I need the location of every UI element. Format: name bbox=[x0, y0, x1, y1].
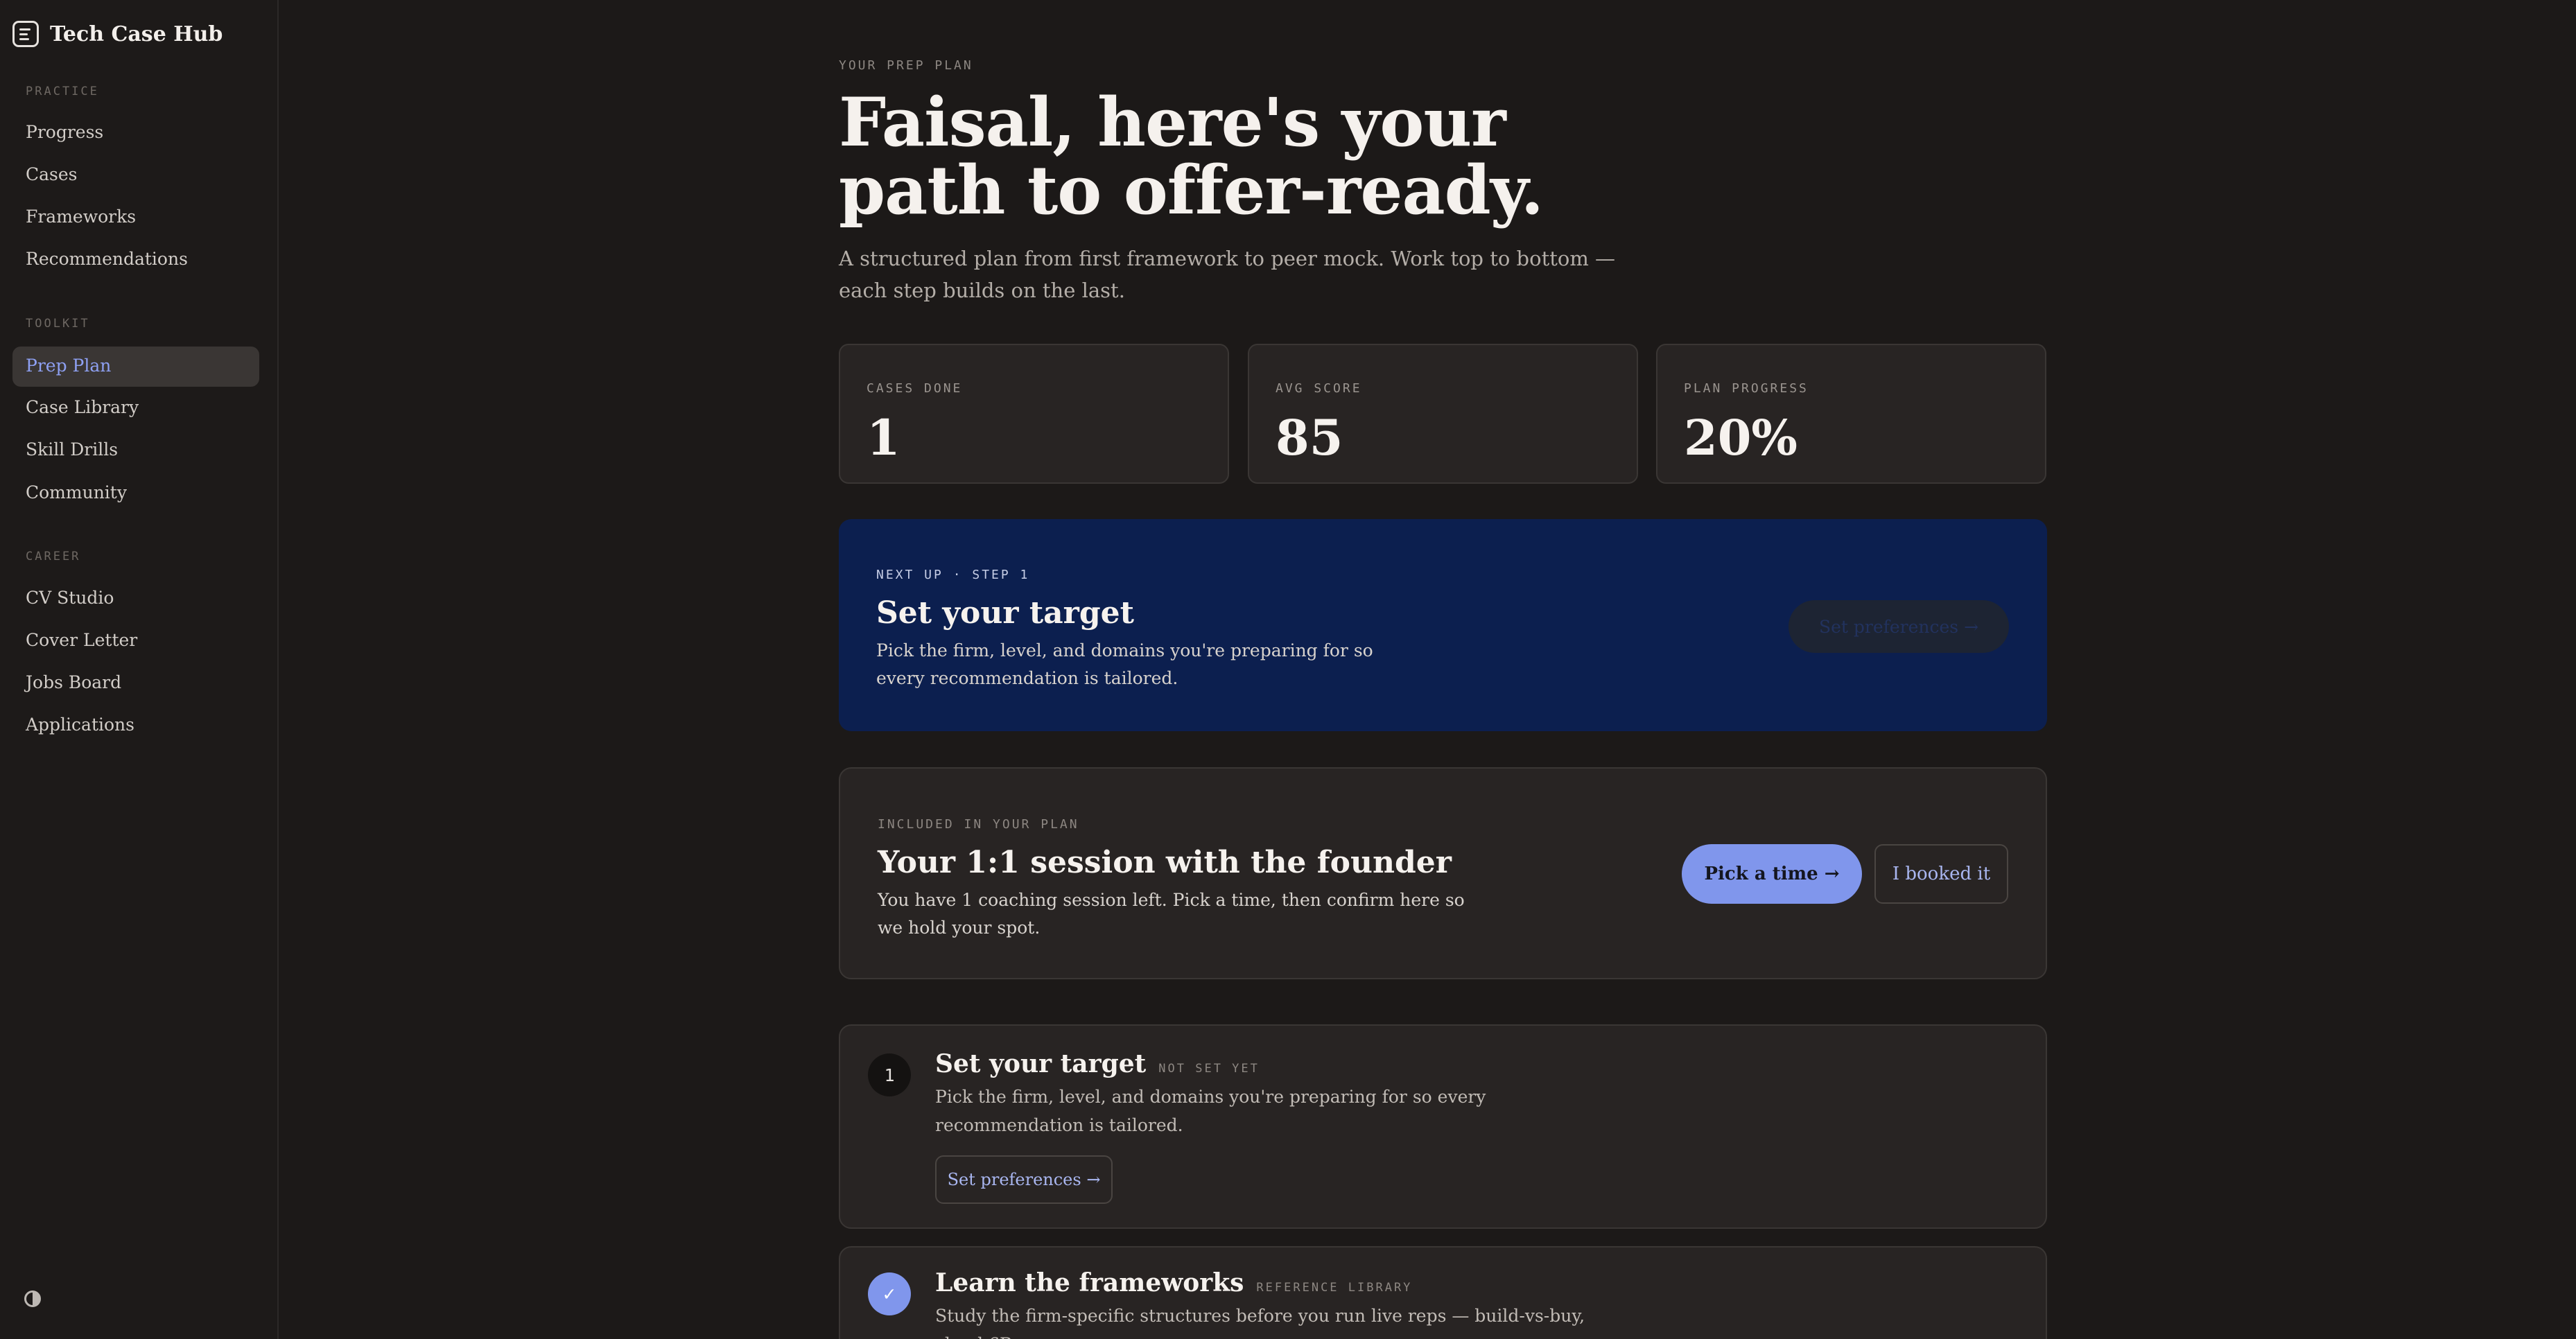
notes-icon bbox=[12, 21, 39, 47]
section-label-practice: PRACTICE bbox=[26, 85, 99, 98]
step-card-1: 1 Set your target NOT SET YET Pick the f… bbox=[839, 1024, 2047, 1229]
page-title: Faisal, here's your path to offer-ready. bbox=[839, 89, 1671, 225]
page-title-line-2: path to offer-ready. bbox=[839, 151, 1544, 229]
step-description: Pick the firm, level, and domains you're… bbox=[935, 1087, 1486, 1135]
sidebar-item-cover-letter[interactable]: Cover Letter bbox=[26, 630, 137, 650]
section-label-toolkit: TOOLKIT bbox=[26, 317, 90, 331]
coaching-card: INCLUDED IN YOUR PLAN Your 1:1 session w… bbox=[839, 767, 2047, 979]
step-title-text: Learn the frameworks bbox=[935, 1268, 1244, 1297]
step-status-tag: NOT SET YET bbox=[1158, 1062, 1260, 1076]
step-title-text: Set your target bbox=[935, 1049, 1147, 1078]
sidebar-item-community[interactable]: Community bbox=[26, 482, 127, 502]
sidebar-item-case-library[interactable]: Case Library bbox=[26, 397, 139, 417]
step-number-badge: 1 bbox=[868, 1053, 911, 1096]
sidebar-item-prep-plan[interactable]: Prep Plan bbox=[26, 356, 111, 376]
coaching-title: Your 1:1 session with the founder bbox=[878, 845, 1452, 880]
sidebar-item-skill-drills[interactable]: Skill Drills bbox=[26, 439, 118, 460]
step-description: Study the firm-specific structures befor… bbox=[935, 1306, 1585, 1339]
next-up-card: NEXT UP · STEP 1 Set your target Pick th… bbox=[839, 519, 2047, 731]
stat-card-plan-progress: PLAN PROGRESS 20% bbox=[1656, 344, 2046, 484]
sidebar: Tech Case Hub PRACTICE Progress Cases Fr… bbox=[0, 0, 279, 1339]
stat-label: PLAN PROGRESS bbox=[1684, 381, 1809, 396]
stat-label: CASES DONE bbox=[867, 381, 963, 396]
stat-value: 1 bbox=[867, 409, 900, 466]
coaching-description: You have 1 coaching session left. Pick a… bbox=[878, 890, 1465, 938]
stat-card-cases-done: CASES DONE 1 bbox=[839, 344, 1229, 484]
step-title: Set your target NOT SET YET bbox=[935, 1049, 1260, 1078]
sidebar-item-cases[interactable]: Cases bbox=[26, 164, 78, 184]
app-name: Tech Case Hub bbox=[50, 21, 223, 46]
sidebar-item-progress[interactable]: Progress bbox=[26, 122, 103, 142]
step-set-preferences-button[interactable]: Set preferences → bbox=[935, 1155, 1113, 1204]
sidebar-item-recommendations[interactable]: Recommendations bbox=[26, 249, 188, 269]
stat-label: AVG SCORE bbox=[1276, 381, 1362, 396]
checkmark-icon: ✓ bbox=[868, 1272, 911, 1315]
sidebar-item-frameworks[interactable]: Frameworks bbox=[26, 207, 136, 227]
page-eyebrow: YOUR PREP PLAN bbox=[839, 58, 973, 73]
step-title: Learn the frameworks REFERENCE LIBRARY bbox=[935, 1268, 1412, 1297]
sidebar-item-applications[interactable]: Applications bbox=[26, 715, 134, 735]
brand[interactable]: Tech Case Hub bbox=[12, 21, 223, 47]
stat-value: 85 bbox=[1276, 409, 1343, 466]
stat-value: 20% bbox=[1684, 409, 1798, 466]
coaching-eyebrow: INCLUDED IN YOUR PLAN bbox=[878, 817, 1079, 832]
app-root: Tech Case Hub PRACTICE Progress Cases Fr… bbox=[0, 0, 2576, 1339]
section-label-career: CAREER bbox=[26, 550, 81, 563]
page-subtitle: A structured plan from first framework t… bbox=[839, 247, 1616, 302]
next-up-eyebrow: NEXT UP · STEP 1 bbox=[876, 568, 1030, 582]
stat-card-avg-score: AVG SCORE 85 bbox=[1248, 344, 1638, 484]
step-status-tag: REFERENCE LIBRARY bbox=[1256, 1281, 1413, 1295]
step-card-2: ✓ Learn the frameworks REFERENCE LIBRARY… bbox=[839, 1246, 2047, 1339]
sidebar-item-jobs-board[interactable]: Jobs Board bbox=[26, 672, 121, 692]
next-up-title: Set your target bbox=[876, 595, 1134, 631]
set-preferences-button[interactable]: Set preferences → bbox=[1789, 600, 2009, 653]
page-title-line-1: Faisal, here's your bbox=[839, 83, 1506, 161]
theme-toggle-icon[interactable] bbox=[24, 1290, 41, 1307]
next-up-description: Pick the firm, level, and domains you're… bbox=[876, 640, 1373, 688]
sidebar-item-cv-studio[interactable]: CV Studio bbox=[26, 588, 114, 608]
booked-it-button[interactable]: I booked it bbox=[1874, 844, 2008, 904]
pick-a-time-button[interactable]: Pick a time → bbox=[1682, 844, 1862, 904]
